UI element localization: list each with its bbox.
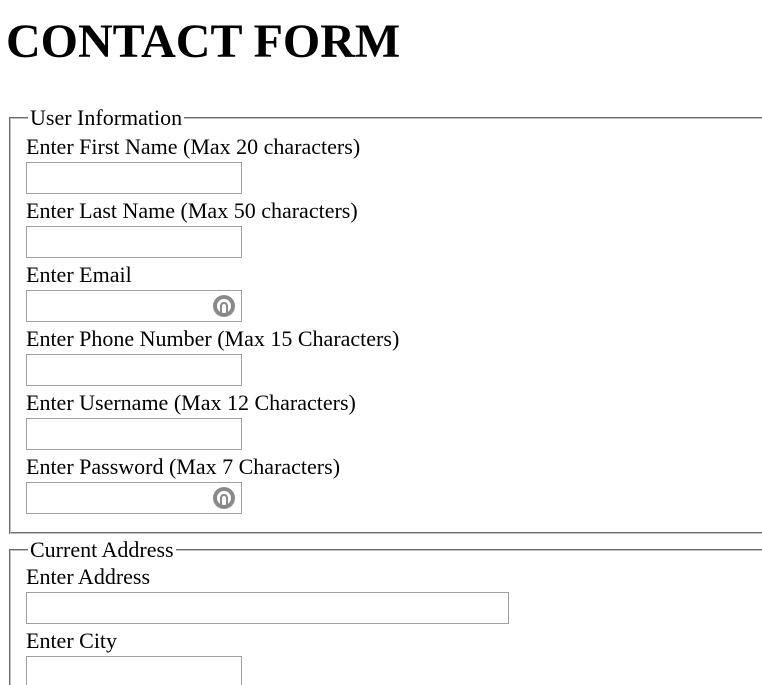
last-name-label: Enter Last Name (Max 50 characters): [26, 198, 358, 223]
email-field: Enter Email: [26, 262, 762, 322]
email-label: Enter Email: [26, 262, 132, 287]
city-field: Enter City: [26, 628, 762, 685]
password-manager-key-icon[interactable]: [213, 295, 235, 317]
password-manager-key-icon[interactable]: [213, 487, 235, 509]
page-title: CONTACT FORM: [6, 15, 401, 68]
city-input[interactable]: [26, 656, 242, 685]
first-name-input[interactable]: [26, 162, 242, 194]
password-input[interactable]: [26, 482, 242, 514]
first-name-label: Enter First Name (Max 20 characters): [26, 134, 361, 159]
last-name-input[interactable]: [26, 226, 242, 258]
phone-number-field: Enter Phone Number (Max 15 Characters): [26, 326, 762, 386]
username-label: Enter Username (Max 12 Characters): [26, 390, 356, 415]
first-name-field: Enter First Name (Max 20 characters): [26, 134, 762, 194]
current-address-fieldset: Current Address Enter Address Enter City: [9, 538, 762, 685]
username-field: Enter Username (Max 12 Characters): [26, 390, 762, 450]
password-label: Enter Password (Max 7 Characters): [26, 454, 341, 479]
address-field: Enter Address: [26, 564, 762, 624]
city-label: Enter City: [26, 628, 118, 653]
phone-number-label: Enter Phone Number (Max 15 Characters): [26, 326, 400, 351]
phone-number-input[interactable]: [26, 354, 242, 386]
address-input[interactable]: [26, 592, 509, 624]
address-label: Enter Address: [26, 564, 151, 589]
user-information-legend: User Information: [30, 105, 183, 130]
last-name-field: Enter Last Name (Max 50 characters): [26, 198, 762, 258]
email-input[interactable]: [26, 290, 242, 322]
current-address-legend: Current Address: [30, 537, 174, 562]
contact-form-page: CONTACT FORM User Information Enter Firs…: [0, 0, 762, 685]
password-field: Enter Password (Max 7 Characters): [26, 454, 762, 514]
user-information-fieldset: User Information Enter First Name (Max 2…: [9, 106, 762, 534]
username-input[interactable]: [26, 418, 242, 450]
